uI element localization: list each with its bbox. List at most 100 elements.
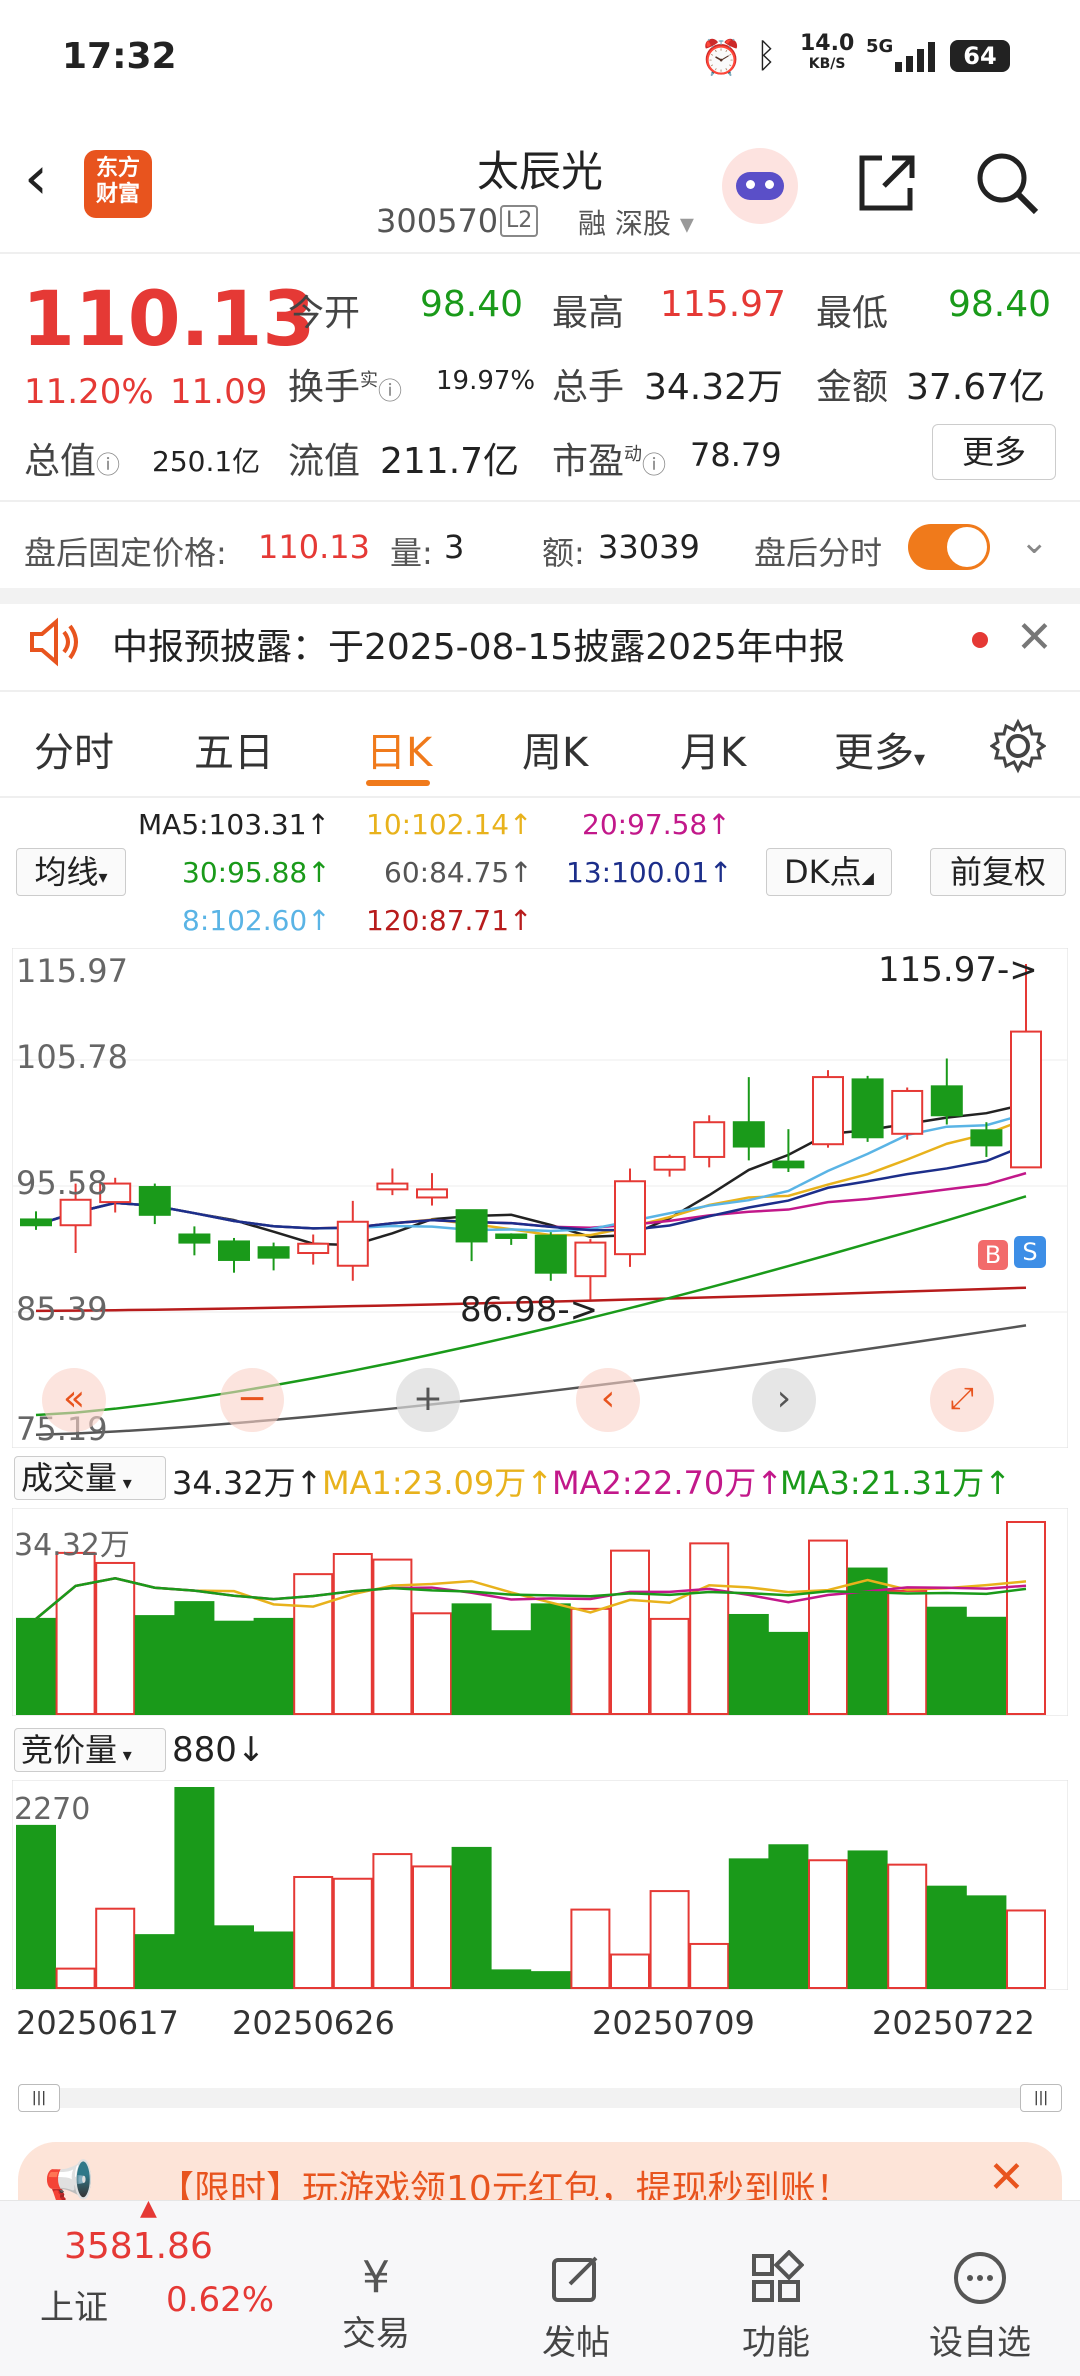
x-date-1: 20250617 <box>16 2004 179 2042</box>
candle-body <box>257 1246 290 1259</box>
after-hours-toggle-label: 盘后分时 <box>754 534 883 572</box>
candle <box>614 1168 646 1267</box>
volume-bar <box>966 1616 1007 1715</box>
volume-bar <box>689 1542 730 1715</box>
candle-body <box>336 1220 369 1267</box>
scroll-right-icon[interactable]: › <box>752 1368 816 1432</box>
signal-5g: 5G <box>866 36 894 57</box>
robot-assistant-icon[interactable] <box>722 148 798 224</box>
more-button[interactable]: 更多 <box>932 424 1056 480</box>
candle-body <box>1010 1030 1042 1169</box>
tab-weekly-k[interactable]: 周K <box>522 720 588 778</box>
close-icon[interactable]: ✕ <box>1016 612 1053 663</box>
amount-label: 金额 <box>816 367 889 408</box>
zoom-in-icon[interactable]: + <box>396 1368 460 1432</box>
volume-bar <box>16 1617 56 1715</box>
volume-chart[interactable] <box>12 1508 1068 1716</box>
bluetooth-icon: ᛒ <box>756 36 777 76</box>
volume-bar <box>728 1613 769 1715</box>
price-adjust-button[interactable]: 前复权 <box>930 848 1066 896</box>
auction-type-select[interactable]: 竞价量 ▾ <box>14 1728 166 1772</box>
candle-body <box>891 1089 924 1135</box>
nav-watchlist[interactable]: 设自选 <box>918 2250 1042 2364</box>
tab-daily-k[interactable]: 日K <box>366 720 432 778</box>
candle-body <box>495 1233 528 1239</box>
chevron-down-icon[interactable]: ⌄ <box>1020 522 1049 562</box>
auction-bar <box>55 1967 96 1990</box>
nav-trade[interactable]: ¥ 交易 <box>330 2250 422 2355</box>
tab-intraday[interactable]: 分时 <box>34 720 114 778</box>
volume-value: 34.32万 <box>644 367 784 408</box>
x-date-3: 20250709 <box>592 2004 755 2042</box>
candle-body <box>614 1180 646 1256</box>
y-axis-3: 95.58 <box>16 1164 108 1202</box>
ad-close-icon[interactable]: ✕ <box>988 2152 1025 2203</box>
nav-functions[interactable]: 功能 <box>730 2249 822 2364</box>
volume-bar <box>570 1607 611 1715</box>
index-value: 3581.86 <box>64 2226 213 2267</box>
dk-point-button[interactable]: DK点◢ <box>766 848 892 896</box>
y-axis-4: 85.39 <box>16 1290 108 1328</box>
ma10-label: 10:102.14↑ <box>366 808 533 841</box>
volume-type-select[interactable]: 成交量 ▾ <box>14 1456 166 1500</box>
low-price-marker: 86.98-> <box>460 1290 599 1330</box>
amount-value: 37.67亿 <box>906 367 1046 408</box>
volume-bar <box>214 1620 254 1715</box>
battery-icon: 64 <box>950 40 1010 72</box>
auction-bar <box>768 1844 809 1989</box>
auction-bar <box>689 1942 730 1990</box>
auction-bar <box>926 1885 967 1989</box>
after-hours-vol: 3 <box>444 528 465 566</box>
change-value: 11.09 <box>170 372 268 412</box>
volume-bar <box>412 1612 452 1715</box>
indicator-type-select[interactable]: 均线▾ <box>16 848 126 896</box>
candle <box>851 1075 884 1142</box>
auction-current: 880↓ <box>172 1730 266 1770</box>
candle-body <box>851 1078 884 1139</box>
auction-bar <box>728 1858 769 1989</box>
tab-more[interactable]: 更多▾ <box>834 720 925 778</box>
candlestick-chart[interactable] <box>12 948 1068 1448</box>
share-icon[interactable] <box>852 150 920 218</box>
settings-gear-icon[interactable] <box>990 718 1046 774</box>
megaphone-icon: 📢 <box>44 2159 94 2205</box>
auction-bar <box>95 1907 136 1989</box>
after-hours-toggle[interactable] <box>908 524 990 570</box>
yen-cycle-icon: ¥ <box>362 2252 390 2303</box>
zoom-out-icon[interactable]: − <box>220 1368 284 1432</box>
tab-monthly-k[interactable]: 月K <box>680 720 746 778</box>
sell-marker[interactable]: S <box>1014 1236 1046 1268</box>
range-handle-right[interactable]: ||| <box>1020 2084 1062 2112</box>
candle <box>891 1087 924 1140</box>
after-hours-price: 110.13 <box>258 528 370 566</box>
range-handle-left[interactable]: ||| <box>18 2084 60 2112</box>
tab-five-day[interactable]: 五日 <box>194 720 274 778</box>
volume-bar <box>332 1553 373 1715</box>
search-icon[interactable] <box>974 150 1042 218</box>
pe-value: 78.79 <box>690 436 782 474</box>
high-label: 最高 <box>552 293 625 334</box>
scroll-start-icon[interactable]: « <box>42 1368 106 1432</box>
index-up-arrow-icon: ▲ <box>140 2196 157 2221</box>
candle-body <box>376 1182 409 1191</box>
candle-body <box>138 1186 171 1216</box>
vol-ma3: MA3:21.31万↑ <box>780 1464 1012 1502</box>
volume-bar <box>174 1601 215 1715</box>
mcap-label: 总值ⓘ <box>24 441 121 482</box>
ma120-label: 120:87.71↑ <box>366 904 533 937</box>
y-axis-max: 115.97 <box>16 952 128 990</box>
buy-marker[interactable]: B <box>978 1240 1008 1270</box>
nav-post[interactable]: 发帖 <box>530 2250 622 2364</box>
ma60-label: 60:84.75↑ <box>384 856 533 889</box>
volume-bar <box>253 1617 294 1715</box>
status-bar: 17:32 ⏰ ᛒ 14.0 KB/S 5G 64 <box>0 0 1080 120</box>
scroll-left-icon[interactable]: ‹ <box>576 1368 640 1432</box>
auction-volume-chart[interactable] <box>12 1780 1068 1990</box>
market-tags[interactable]: 融 深股 ▾ <box>578 202 694 242</box>
candle-body <box>455 1209 488 1243</box>
fullscreen-icon[interactable]: ⤢ <box>930 1368 994 1432</box>
candle-body <box>970 1129 1003 1147</box>
range-scrollbar[interactable]: ||| ||| <box>18 2084 1062 2112</box>
auction-bar <box>530 1971 571 1990</box>
after-hours-amt-label: 额: <box>542 534 585 572</box>
